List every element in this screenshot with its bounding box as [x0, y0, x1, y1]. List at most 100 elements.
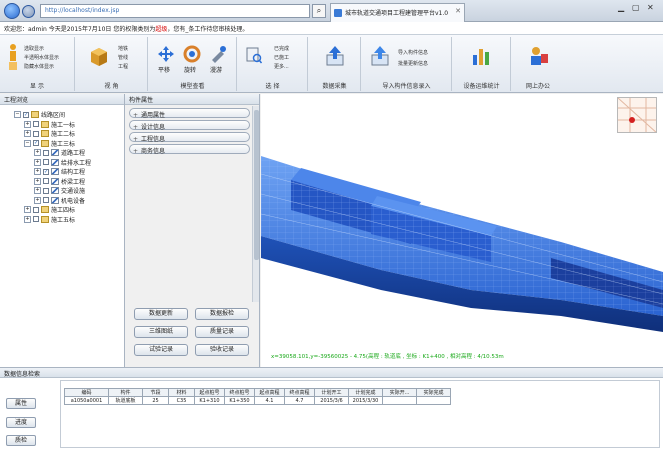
- progress-button[interactable]: 进度: [6, 417, 36, 428]
- expand-icon[interactable]: +: [34, 149, 41, 156]
- tree-checkbox[interactable]: ✓: [23, 111, 29, 118]
- column-header[interactable]: 编码: [64, 388, 109, 397]
- expand-icon[interactable]: +: [34, 177, 41, 185]
- table-row[interactable]: a1050a0001 轨道底板 25 C35 K1+310 K1+350 4.1 4.7 201…: [64, 396, 451, 405]
- tree-node[interactable]: + 机电设备: [34, 196, 85, 205]
- expand-icon[interactable]: +: [24, 206, 31, 213]
- import-icon[interactable]: [370, 45, 390, 67]
- expand-icon[interactable]: +: [24, 120, 31, 128]
- ribbon-group-office[interactable]: 网上办公: [512, 37, 564, 91]
- tree-node[interactable]: + 道路工程: [34, 148, 85, 157]
- tree-checkbox[interactable]: [33, 216, 39, 222]
- expand-icon[interactable]: +: [34, 196, 41, 204]
- tree-node[interactable]: + 施工一标: [24, 120, 75, 129]
- tree-node[interactable]: − ✓ 线路区间: [14, 110, 65, 119]
- column-header[interactable]: 起点高程: [254, 388, 285, 397]
- column-header[interactable]: 终点桩号: [224, 388, 255, 397]
- view-option-2[interactable]: 管线: [118, 54, 128, 61]
- display-option-1[interactable]: 选取显示: [24, 45, 44, 52]
- attr-scrollbar[interactable]: [252, 106, 259, 302]
- tree-node-label: 道路工程: [61, 150, 86, 157]
- expand-icon[interactable]: +: [34, 168, 41, 175]
- tunnel-model[interactable]: [261, 94, 663, 367]
- collapse-icon[interactable]: −: [14, 111, 21, 118]
- tree-checkbox[interactable]: [43, 178, 49, 184]
- select-icon[interactable]: [246, 47, 262, 65]
- upload-icon[interactable]: [325, 45, 345, 67]
- select-option-1[interactable]: 已完成: [274, 45, 289, 52]
- tree-node[interactable]: + ✓ 结构工程: [34, 167, 85, 176]
- tree-node[interactable]: + 施工二标: [24, 129, 75, 138]
- attr-section-general[interactable]: + 通用属性: [129, 108, 250, 119]
- maximize-icon[interactable]: ▢: [632, 3, 640, 12]
- back-icon[interactable]: [4, 3, 20, 19]
- attribute-button[interactable]: 属性: [6, 398, 36, 409]
- scroll-thumb[interactable]: [254, 110, 259, 260]
- tree-checkbox[interactable]: [43, 159, 49, 165]
- column-header[interactable]: 实际完成: [416, 388, 451, 397]
- column-header[interactable]: 计划完成: [348, 388, 383, 397]
- column-header[interactable]: 起点桩号: [194, 388, 225, 397]
- tree-checkbox[interactable]: [33, 121, 39, 127]
- 3d-drawing-button[interactable]: 三维图纸: [134, 326, 188, 338]
- search-icon[interactable]: ⌕: [312, 4, 326, 18]
- attr-section-design[interactable]: + 设计信息: [129, 120, 250, 131]
- expand-icon[interactable]: +: [34, 187, 41, 194]
- data-update-button[interactable]: 数据更新: [134, 308, 188, 320]
- expand-icon[interactable]: +: [34, 158, 41, 166]
- cube-icon[interactable]: [90, 47, 108, 67]
- tree-checkbox[interactable]: [43, 149, 49, 156]
- acceptance-record-button[interactable]: 验收记录: [195, 344, 249, 356]
- ribbon-group-equipment-stats[interactable]: 设备运维统计: [453, 37, 511, 91]
- office-icon[interactable]: [528, 45, 550, 67]
- tree-checkbox[interactable]: [33, 206, 39, 213]
- column-header[interactable]: 构件: [108, 388, 143, 397]
- display-option-3[interactable]: 隐藏水体显示: [24, 63, 54, 70]
- tree-node[interactable]: − ✓ 施工三标: [24, 139, 75, 148]
- collapse-icon[interactable]: −: [24, 139, 31, 147]
- quality-record-button[interactable]: 质量记录: [195, 326, 249, 338]
- view-option-3[interactable]: 工程: [118, 63, 128, 70]
- minimize-icon[interactable]: ▁: [618, 3, 624, 12]
- import-option-1[interactable]: 导入构件信息: [398, 49, 428, 56]
- select-option-2[interactable]: 已施工: [274, 54, 289, 61]
- expand-icon[interactable]: +: [24, 130, 31, 137]
- address-bar[interactable]: http://localhost/index.jsp: [40, 4, 310, 18]
- data-inspection-button[interactable]: 数据报检: [195, 308, 249, 320]
- tree-checkbox[interactable]: [43, 187, 49, 194]
- tree-checkbox[interactable]: [43, 197, 49, 203]
- display-option-2[interactable]: 半透明水体显示: [24, 54, 59, 61]
- test-record-button[interactable]: 试验记录: [134, 344, 188, 356]
- import-option-2[interactable]: 批量更新信息: [398, 60, 428, 67]
- tree-checkbox[interactable]: ✓: [43, 168, 49, 175]
- bar-chart-icon[interactable]: [471, 45, 493, 67]
- rotate-icon[interactable]: [183, 45, 201, 63]
- walk-icon[interactable]: [209, 45, 227, 63]
- expand-icon[interactable]: +: [24, 215, 31, 223]
- column-header[interactable]: 终点高程: [284, 388, 315, 397]
- select-option-3[interactable]: 更多...: [274, 63, 289, 70]
- tree-node[interactable]: + 施工五标: [24, 215, 75, 224]
- attr-section-business[interactable]: + 商务信息: [129, 144, 250, 155]
- close-window-icon[interactable]: ✕: [647, 3, 654, 12]
- view-option-1[interactable]: 地铁: [118, 45, 128, 52]
- ribbon-group-data-collect[interactable]: 数据采集: [309, 37, 361, 91]
- minimap[interactable]: [617, 97, 657, 133]
- close-icon[interactable]: ✕: [455, 7, 461, 15]
- 3d-model-viewport[interactable]: x=39058.101,y=-39560025 - 4.75(高程 : 轨道底 …: [261, 94, 663, 367]
- move-icon[interactable]: [157, 45, 175, 63]
- column-header[interactable]: 节段: [142, 388, 169, 397]
- browser-tab[interactable]: 城市轨道交通项目工程建管理平台v1.0 ✕: [330, 3, 465, 22]
- forward-icon[interactable]: [22, 5, 35, 18]
- tree-node[interactable]: + 交通设施: [34, 186, 85, 195]
- attr-section-engineering[interactable]: + 工程信息: [129, 132, 250, 143]
- tree-node[interactable]: + 施工四标: [24, 205, 75, 214]
- tree-node[interactable]: + 给排水工程: [34, 158, 91, 167]
- tree-checkbox[interactable]: [33, 130, 39, 137]
- tree-checkbox[interactable]: ✓: [33, 140, 39, 146]
- column-header[interactable]: 计划开工: [314, 388, 349, 397]
- column-header[interactable]: 实际开...: [382, 388, 417, 397]
- column-header[interactable]: 材料: [168, 388, 195, 397]
- tree-node[interactable]: + 桥梁工程: [34, 177, 85, 186]
- quality-button[interactable]: 质检: [6, 435, 36, 446]
